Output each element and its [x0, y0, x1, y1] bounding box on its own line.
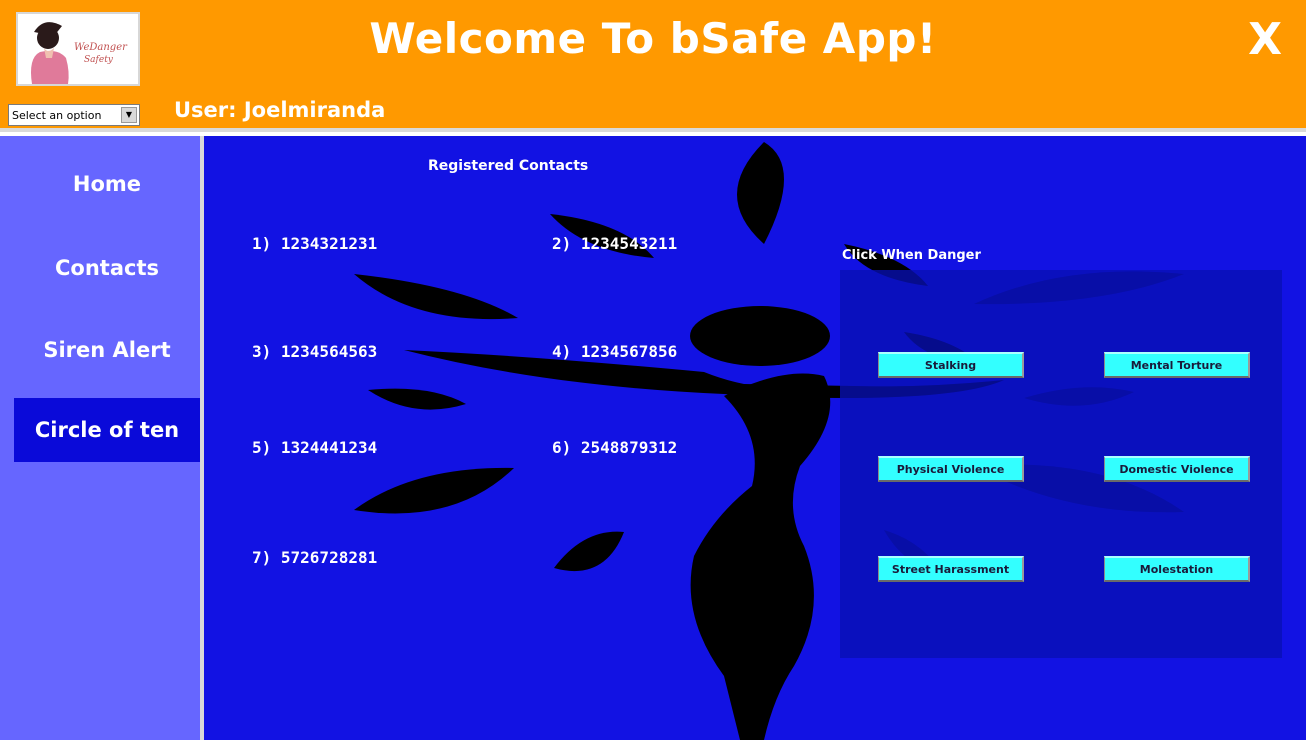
user-label: User: Joelmiranda	[174, 98, 386, 122]
sidebar-item-contacts[interactable]: Contacts	[14, 236, 200, 300]
sidebar: Home Contacts Siren Alert Circle of ten	[0, 136, 204, 740]
molestation-button[interactable]: Molestation	[1104, 556, 1250, 582]
contact-item: 5) 1324441234	[252, 438, 378, 457]
app-title: Welcome To bSafe App!	[369, 14, 937, 63]
dropdown-selected-value: Select an option	[12, 108, 102, 122]
sidebar-item-circle-of-ten[interactable]: Circle of ten	[14, 398, 200, 462]
close-button[interactable]: X	[1248, 14, 1282, 65]
contact-item: 1) 1234321231	[252, 234, 378, 253]
physical-violence-button[interactable]: Physical Violence	[878, 456, 1024, 482]
street-harassment-button[interactable]: Street Harassment	[878, 556, 1024, 582]
stalking-button[interactable]: Stalking	[878, 352, 1024, 378]
contact-item: 6) 2548879312	[552, 438, 678, 457]
contact-item: 7) 5726728281	[252, 548, 378, 567]
contact-item: 4) 1234567856	[552, 342, 678, 361]
danger-panel: Stalking Mental Torture Physical Violenc…	[840, 270, 1282, 658]
sidebar-item-home[interactable]: Home	[14, 152, 200, 216]
app-header: WeDanger Safety Welcome To bSafe App! X …	[0, 0, 1306, 132]
contact-item: 3) 1234564563	[252, 342, 378, 361]
sidebar-item-siren-alert[interactable]: Siren Alert	[14, 318, 200, 382]
registered-contacts-title: Registered Contacts	[428, 158, 589, 174]
contact-item: 2) 1234543211	[552, 234, 678, 253]
chevron-down-icon[interactable]: ▼	[121, 107, 137, 123]
option-dropdown[interactable]: Select an option ▼	[8, 104, 140, 126]
danger-section-title: Click When Danger	[842, 248, 981, 263]
mental-torture-button[interactable]: Mental Torture	[1104, 352, 1250, 378]
main-panel: Registered Contacts 1) 1234321231 2) 123…	[204, 136, 1306, 740]
domestic-violence-button[interactable]: Domestic Violence	[1104, 456, 1250, 482]
